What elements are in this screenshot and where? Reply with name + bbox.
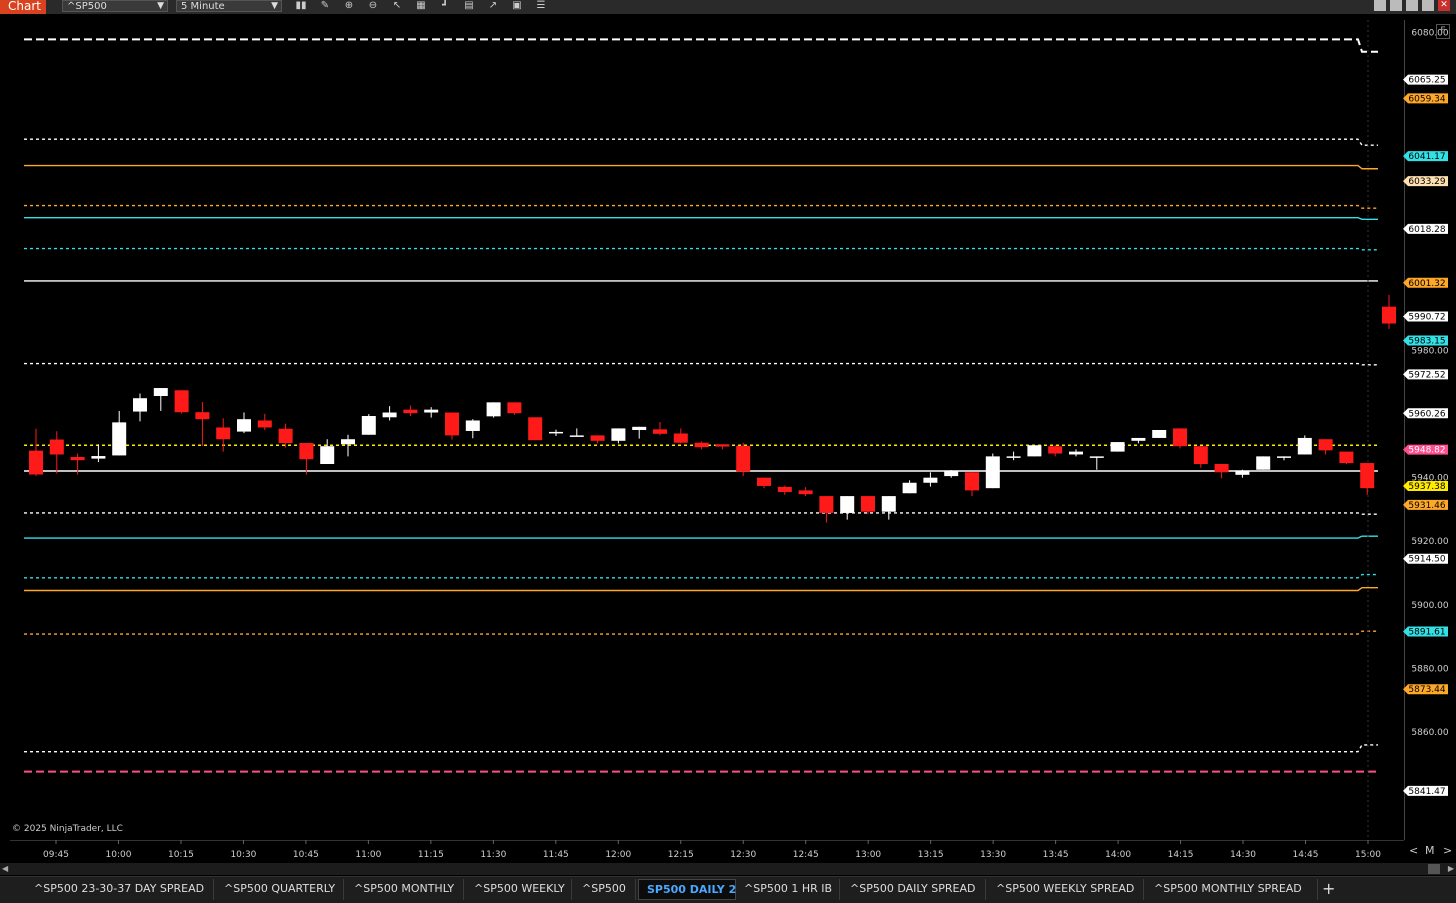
tab-sp500-daily-spread[interactable]: ^SP500 DAILY SPREAD <box>842 879 986 900</box>
instrument-selector[interactable]: ^SP500 ▼ <box>62 0 168 12</box>
interval-value: 5 Minute <box>181 1 225 12</box>
navigation-controls: < M > <box>1405 844 1456 858</box>
tab-sp500-weekly[interactable]: ^SP500 WEEKLY <box>466 879 572 900</box>
tab-sp500[interactable]: ^SP500 <box>574 879 636 900</box>
properties-icon[interactable]: ▣ <box>508 0 526 12</box>
arrow-right-icon[interactable]: ▶ <box>1444 863 1454 875</box>
maximize-icon[interactable] <box>1422 0 1434 11</box>
mode-button[interactable]: M <box>1425 844 1435 857</box>
chevron-down-icon: ▼ <box>271 1 278 11</box>
arrow-left-icon[interactable]: ◀ <box>2 863 12 875</box>
zoom-in-icon[interactable]: ⊕ <box>340 0 358 12</box>
minimize-icon[interactable] <box>1406 0 1418 11</box>
strategies-icon[interactable]: ↗ <box>484 0 502 12</box>
tab-sp500-weekly-spread[interactable]: ^SP500 WEEKLY SPREAD <box>988 879 1144 900</box>
scroll-right-button[interactable]: > <box>1443 844 1452 857</box>
pencil-icon[interactable]: ✎ <box>316 0 334 12</box>
add-tab-button[interactable]: + <box>1322 879 1336 899</box>
zoom-out-icon[interactable]: ⊖ <box>364 0 382 12</box>
window-button-icon[interactable] <box>1390 0 1402 11</box>
tab-sp500-day-spread[interactable]: ^SP500 23-30-37 DAY SPREAD <box>26 879 214 900</box>
scrollbar-thumb[interactable] <box>1428 864 1440 874</box>
tab-sp500-1hr-ib[interactable]: ^SP500 1 HR IB <box>736 879 840 900</box>
indicators-icon[interactable]: ▤ <box>460 0 478 12</box>
price-axis[interactable] <box>1404 20 1456 840</box>
menu-list-icon[interactable]: ☰ <box>532 0 550 12</box>
bar-type-icon[interactable]: ▮▮ <box>292 0 310 12</box>
tab-sp500-monthly-spread[interactable]: ^SP500 MONTHLY SPREAD <box>1146 879 1318 900</box>
title-bar: Chart ^SP500 ▼ 5 Minute ▼ ▮▮ ✎ ⊕ ⊖ ↖ ▦ ┛… <box>0 0 1456 14</box>
data-box-icon[interactable]: ▦ <box>412 0 430 12</box>
chevron-down-icon: ▼ <box>157 1 164 11</box>
horizontal-scrollbar[interactable]: ◀ ▶ <box>0 863 1456 875</box>
interval-selector[interactable]: 5 Minute ▼ <box>176 0 282 12</box>
drawing-tools-icon[interactable]: ┛ <box>436 0 454 12</box>
close-icon[interactable]: ✕ <box>1438 0 1450 11</box>
chart-panel[interactable] <box>10 20 1404 840</box>
cursor-icon[interactable]: ↖ <box>388 0 406 12</box>
time-axis[interactable] <box>10 840 1404 863</box>
tab-sp500-monthly[interactable]: ^SP500 MONTHLY <box>346 879 464 900</box>
scroll-left-button[interactable]: < <box>1409 844 1418 857</box>
copyright-text: © 2025 NinjaTrader, LLC <box>12 824 123 834</box>
window-button-icon[interactable] <box>1374 0 1386 11</box>
f-button[interactable]: F <box>1436 24 1450 39</box>
chart-tab-bar: ^SP500 23-30-37 DAY SPREAD ^SP500 QUARTE… <box>0 876 1456 903</box>
instrument-value: ^SP500 <box>67 1 107 12</box>
chart-window-label[interactable]: Chart <box>0 0 46 14</box>
tab-sp500-daily-2[interactable]: SP500 DAILY 2 <box>638 879 736 900</box>
tab-sp500-quarterly[interactable]: ^SP500 QUARTERLY <box>216 879 344 900</box>
